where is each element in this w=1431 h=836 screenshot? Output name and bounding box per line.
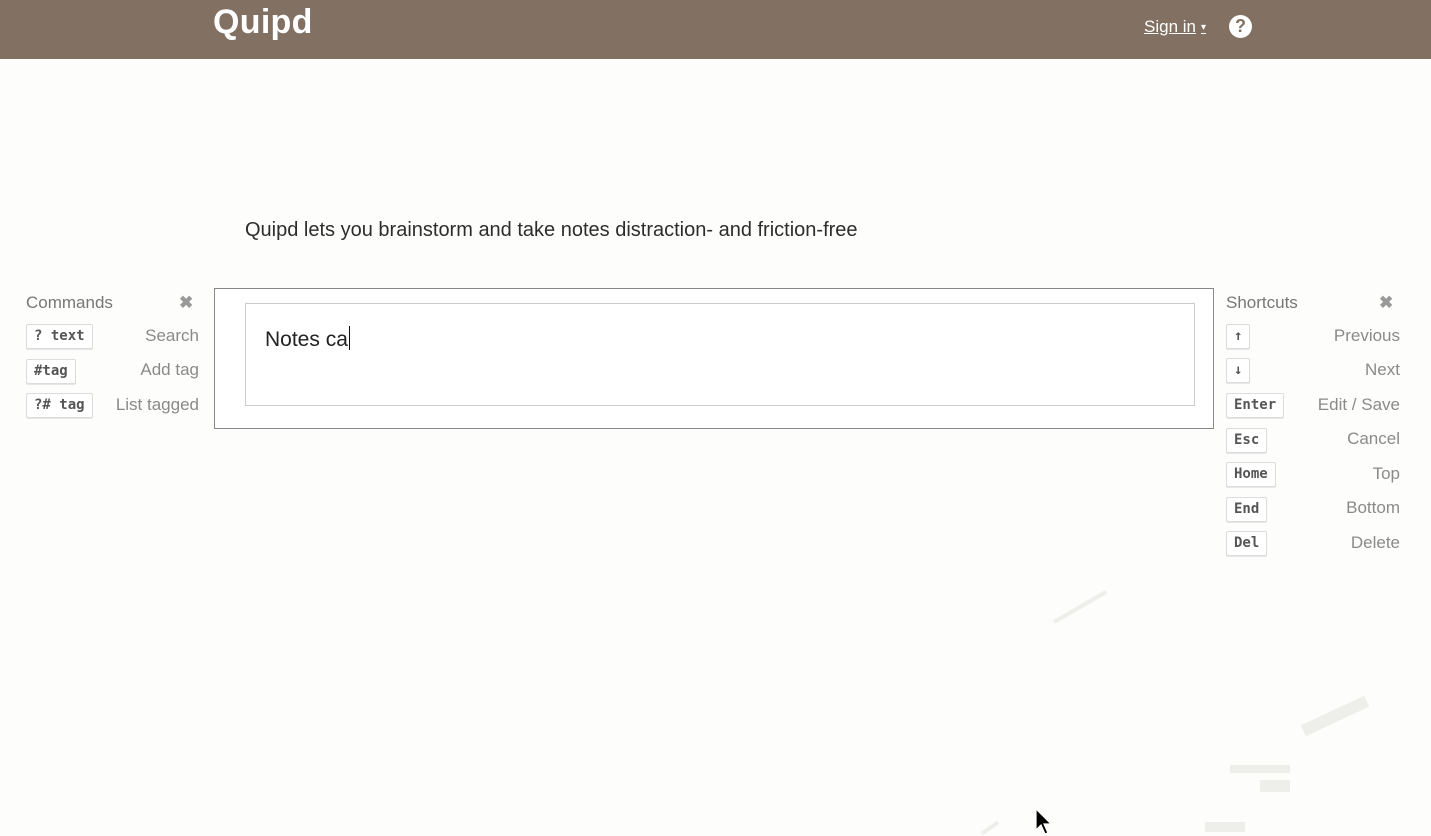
- shortcut-label-delete: Delete: [1350, 533, 1400, 552]
- app-logo[interactable]: Quipd: [213, 3, 313, 42]
- text-caret: [348, 326, 350, 350]
- shortcut-label-cancel: Cancel: [1347, 429, 1400, 448]
- mouse-pointer-icon: [1035, 808, 1053, 835]
- sign-in-link[interactable]: Sign in ▾: [1144, 17, 1206, 37]
- shortcuts-close-icon[interactable]: ✖: [1379, 293, 1393, 313]
- command-label-search: Search: [145, 326, 199, 345]
- note-input-text: Notes ca: [265, 326, 350, 352]
- note-editor-frame: Notes ca: [214, 288, 1214, 429]
- sign-in-label: Sign in: [1144, 17, 1196, 36]
- shortcut-key-top: Home: [1226, 462, 1276, 487]
- shortcut-key-edit-save: Enter: [1226, 393, 1285, 418]
- command-label-list-tagged: List tagged: [115, 395, 199, 414]
- caret-down-icon: ▾: [1200, 22, 1207, 33]
- note-input[interactable]: Notes ca: [245, 303, 1195, 406]
- top-bar: Quipd Sign in ▾ ?: [0, 0, 1431, 59]
- shortcut-key-bottom: End: [1226, 497, 1268, 522]
- background-speck: [980, 820, 1000, 836]
- command-key-search: ? text: [26, 324, 93, 349]
- shortcut-key-next: ↓: [1226, 358, 1251, 383]
- background-speck: [1053, 590, 1107, 624]
- shortcut-key-cancel: Esc: [1226, 428, 1268, 453]
- background-speck: [1260, 780, 1290, 792]
- command-key-add-tag: #tag: [26, 359, 76, 384]
- background-speck: [1205, 822, 1245, 832]
- shortcut-label-next: Next: [1365, 360, 1400, 379]
- shortcut-label-bottom: Bottom: [1346, 498, 1400, 517]
- note-input-value: Notes ca: [265, 328, 348, 351]
- tagline: Quipd lets you brainstorm and take notes…: [245, 219, 858, 241]
- commands-close-icon[interactable]: ✖: [179, 293, 193, 313]
- background-speck: [1230, 765, 1290, 773]
- commands-title: Commands: [26, 293, 113, 312]
- command-key-list-tagged: ?# tag: [26, 393, 93, 418]
- shortcut-label-edit-save: Edit / Save: [1317, 395, 1400, 414]
- shortcut-key-previous: ↑: [1226, 324, 1251, 349]
- shortcut-key-delete: Del: [1226, 531, 1268, 556]
- shortcut-label-previous: Previous: [1333, 326, 1400, 345]
- command-label-add-tag: Add tag: [140, 360, 199, 379]
- help-icon[interactable]: ?: [1229, 15, 1252, 38]
- shortcuts-title: Shortcuts: [1226, 293, 1298, 312]
- shortcut-label-top: Top: [1372, 464, 1400, 483]
- background-speck: [1300, 695, 1370, 737]
